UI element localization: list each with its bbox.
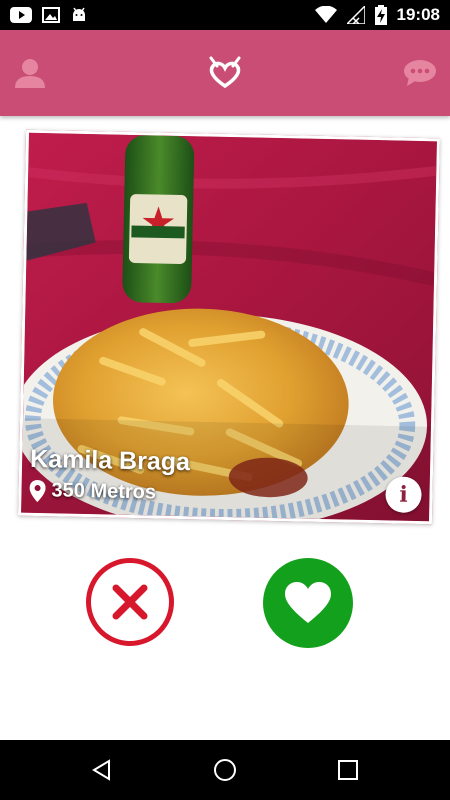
android-icon [73, 7, 85, 21]
recents-icon [338, 760, 359, 780]
youtube-icon [10, 7, 32, 23]
profile-icon [15, 59, 45, 88]
info-icon: i [399, 481, 408, 508]
like-button[interactable] [263, 558, 353, 648]
profile-distance-label: 350 Metros [51, 479, 157, 504]
status-notifications [10, 6, 88, 24]
location-pin-icon [29, 479, 46, 502]
profile-card-container: Kamila Braga 350 Metros i [18, 129, 440, 525]
back-button[interactable] [82, 750, 122, 790]
profile-card[interactable]: Kamila Braga 350 Metros i [18, 129, 440, 525]
status-system: 19:08 [314, 5, 440, 25]
chat-icon [404, 60, 436, 86]
chat-button[interactable] [402, 55, 438, 91]
back-icon [91, 759, 110, 781]
profile-button[interactable] [12, 55, 48, 91]
status-time: 19:08 [396, 5, 440, 24]
home-icon [213, 759, 236, 781]
gallery-icon [42, 7, 60, 23]
battery-charging-icon [374, 5, 387, 25]
close-icon [112, 584, 148, 620]
profile-name: Kamila Braga [29, 444, 191, 477]
profile-distance: 350 Metros [29, 479, 156, 505]
signal-icon [346, 6, 365, 24]
app-logo-icon [209, 56, 241, 89]
wifi-icon [314, 6, 337, 23]
status-bar: 19:08 [0, 0, 450, 30]
navigation-bar [0, 740, 450, 800]
home-button[interactable] [205, 750, 245, 790]
reject-button[interactable] [86, 558, 174, 646]
app-logo-button[interactable] [207, 55, 243, 91]
heart-icon [285, 582, 331, 623]
recents-button[interactable] [328, 750, 368, 790]
app-bar [0, 30, 450, 116]
